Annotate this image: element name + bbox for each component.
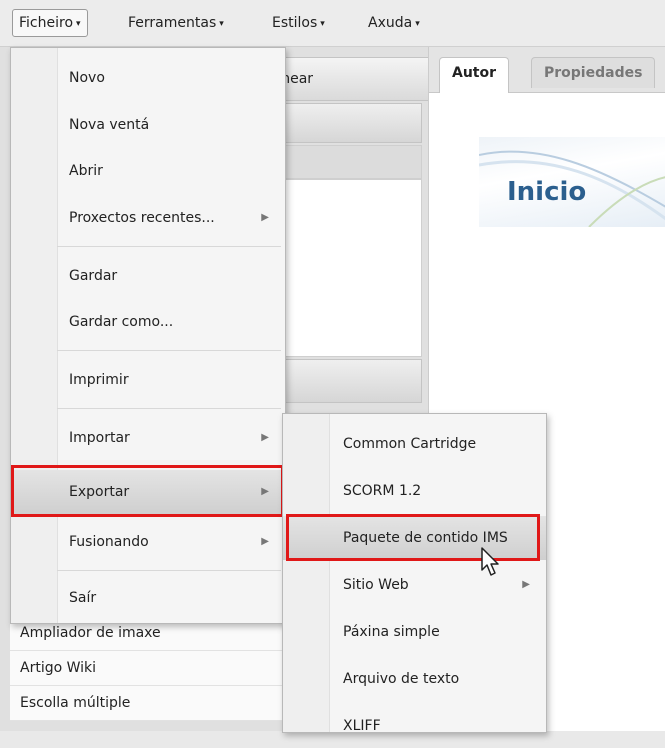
menu-estilos-label: Estilos (272, 15, 318, 31)
menu-item-label: Gardar (69, 268, 118, 284)
exportar-highlight-box (11, 465, 284, 517)
menu-ferramentas-label: Ferramentas (128, 15, 217, 31)
menu-separator (57, 570, 281, 571)
menu-item-nova-venta[interactable]: Nova ventá (11, 103, 285, 147)
menu-item-paxina-simple[interactable]: Páxina simple (283, 610, 546, 654)
menu-item-gardar-como[interactable]: Gardar como... (11, 300, 285, 344)
tab-propiedades[interactable]: Propiedades (531, 57, 656, 88)
menu-ficheiro[interactable]: Ficheiro ▾ (12, 9, 88, 37)
list-item[interactable]: Escolla múltiple (10, 686, 283, 721)
list-item[interactable]: Artigo Wiki (10, 651, 283, 686)
chevron-down-icon: ▾ (219, 19, 224, 29)
tab-autor[interactable]: Autor (439, 57, 510, 93)
submenu-arrow-icon: ▶ (261, 432, 269, 443)
chevron-down-icon: ▾ (415, 19, 420, 29)
menu-item-label: Abrir (69, 163, 103, 179)
menu-item-label: Nova ventá (69, 117, 150, 133)
menu-item-proxectos-recentes[interactable]: Proxectos recentes... ▶ (11, 196, 285, 240)
tab-propiedades-label: Propiedades (544, 65, 643, 81)
page-banner: Inicio (479, 137, 665, 227)
menu-item-label: Sitio Web (343, 577, 409, 593)
menu-item-arquivo-texto[interactable]: Arquivo de texto (283, 657, 546, 701)
menu-estilos[interactable]: Estilos ▾ (266, 10, 331, 36)
menu-item-gardar[interactable]: Gardar (11, 254, 285, 298)
menu-item-label: Fusionando (69, 534, 149, 550)
menu-item-label: Novo (69, 70, 105, 86)
menu-ficheiro-label: Ficheiro (19, 15, 74, 31)
tab-autor-label: Autor (452, 65, 497, 81)
menu-item-label: Importar (69, 430, 130, 446)
menu-item-label: SCORM 1.2 (343, 483, 422, 499)
chevron-down-icon: ▾ (76, 19, 81, 29)
menu-item-scorm[interactable]: SCORM 1.2 (283, 469, 546, 513)
menu-item-label: Saír (69, 590, 97, 606)
menu-item-sair[interactable]: Saír (11, 576, 285, 620)
idevice-label: Ampliador de imaxe (20, 625, 161, 641)
menu-separator (57, 350, 281, 351)
menu-item-xliff[interactable]: XLIFF (283, 704, 546, 748)
menu-item-novo[interactable]: Novo (11, 56, 285, 100)
submenu-arrow-icon: ▶ (522, 579, 530, 590)
menu-item-label: XLIFF (343, 718, 381, 734)
menu-separator (57, 408, 281, 409)
menu-item-abrir[interactable]: Abrir (11, 149, 285, 193)
menu-item-fusionando[interactable]: Fusionando ▶ (11, 520, 285, 564)
menu-item-importar[interactable]: Importar ▶ (11, 416, 285, 460)
file-menu: Novo Nova ventá Abrir Proxectos recentes… (10, 47, 286, 624)
menu-item-sitio-web[interactable]: Sitio Web ▶ (283, 563, 546, 607)
export-submenu: Common Cartridge SCORM 1.2 Paquete de co… (282, 413, 547, 734)
menu-bar: Ficheiro ▾ Ferramentas ▾ Estilos ▾ Axuda ▾ (0, 0, 665, 47)
tab-bar: Autor Propiedades (429, 47, 665, 93)
menu-item-label: Páxina simple (343, 624, 440, 640)
menu-item-label: Arquivo de texto (343, 671, 460, 687)
menu-item-label: Imprimir (69, 372, 129, 388)
submenu-arrow-icon: ▶ (261, 536, 269, 547)
chevron-down-icon: ▾ (320, 19, 325, 29)
idevice-label: Artigo Wiki (20, 660, 97, 676)
mouse-pointer-icon (481, 547, 499, 576)
menu-axuda[interactable]: Axuda ▾ (362, 10, 426, 36)
menu-item-imprimir[interactable]: Imprimir (11, 358, 285, 402)
page-title: Inicio (507, 177, 587, 207)
idevice-label: Escolla múltiple (20, 695, 131, 711)
menu-item-label: Proxectos recentes... (69, 210, 215, 226)
menu-item-common-cartridge[interactable]: Common Cartridge (283, 422, 546, 466)
menu-axuda-label: Axuda (368, 15, 413, 31)
menu-item-label: Common Cartridge (343, 436, 477, 452)
menu-ferramentas[interactable]: Ferramentas ▾ (122, 10, 230, 36)
menu-separator (57, 246, 281, 247)
menu-item-label: Gardar como... (69, 314, 174, 330)
submenu-arrow-icon: ▶ (261, 212, 269, 223)
